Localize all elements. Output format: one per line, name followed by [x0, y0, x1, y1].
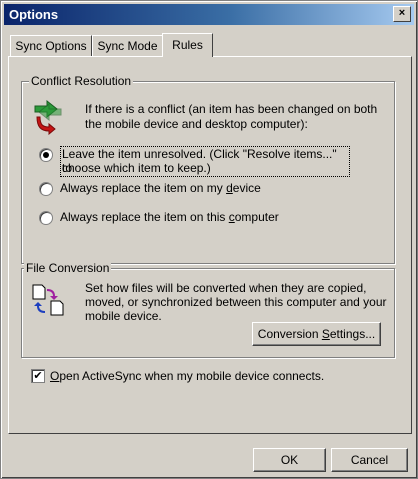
radio-selected-dot — [43, 152, 49, 158]
open-activesync-accel: O — [50, 369, 60, 383]
window-title: Options — [9, 7, 59, 22]
file-conversion-desc-line1: Set how files will be converted when the… — [85, 281, 367, 295]
file-conversion-label: File Conversion — [24, 261, 112, 275]
replace-on-computer-radio[interactable] — [39, 211, 53, 225]
tab-sync-mode[interactable]: Sync Mode — [92, 35, 163, 56]
leave-unresolved-label-line2: choose which item to keep.) — [62, 161, 211, 175]
close-button[interactable]: × — [393, 6, 411, 22]
replace-on-device-label[interactable]: Always replace the item on my device — [60, 181, 261, 195]
ok-button[interactable]: OK — [253, 448, 326, 472]
replace-on-computer-text-end: omputer — [234, 210, 279, 224]
leave-unresolved-focus[interactable]: Leave the item unresolved. (Click "Resol… — [60, 146, 350, 177]
replace-on-computer-label[interactable]: Always replace the item on this computer — [60, 210, 279, 224]
open-activesync-checkbox[interactable]: ✔ — [31, 369, 45, 383]
options-dialog: Options × Sync Options Sync Mode Rules C… — [0, 0, 418, 479]
conversion-settings-text: Conversion — [257, 327, 322, 341]
conversion-settings-button[interactable]: Conversion Settings... — [252, 322, 381, 346]
file-conversion-desc-line2: moved, or synchronized between this comp… — [85, 295, 387, 309]
rules-panel: Conflict Resolution If there is a confli… — [8, 56, 412, 434]
conflict-resolution-label: Conflict Resolution — [29, 74, 134, 88]
conflict-description-line1: If there is a conflict (an item has been… — [85, 102, 378, 116]
conflict-description-line2: the mobile device and desktop computer): — [85, 117, 308, 131]
cancel-button[interactable]: Cancel — [331, 448, 408, 472]
title-bar[interactable]: Options × — [4, 4, 414, 25]
leave-unresolved-radio[interactable] — [39, 148, 53, 162]
replace-on-device-text-end: evice — [232, 181, 261, 195]
replace-on-device-text: Always replace the item on my — [60, 181, 227, 195]
tab-sync-options[interactable]: Sync Options — [10, 35, 92, 56]
open-activesync-text: pen ActiveSync when my mobile device con… — [59, 369, 325, 383]
tab-rules[interactable]: Rules — [162, 33, 213, 57]
file-conversion-icon — [31, 283, 65, 317]
conversion-settings-text-end: ettings... — [329, 327, 376, 341]
replace-on-computer-text: Always replace the item on this — [60, 210, 229, 224]
conflict-arrows-icon — [31, 97, 65, 136]
conversion-settings-accel: S — [321, 327, 330, 341]
open-activesync-label[interactable]: Open ActiveSync when my mobile device co… — [50, 369, 324, 383]
replace-on-device-accel: d — [226, 181, 233, 195]
replace-on-device-radio[interactable] — [39, 182, 53, 196]
file-conversion-desc-line3: mobile device. — [85, 309, 162, 323]
